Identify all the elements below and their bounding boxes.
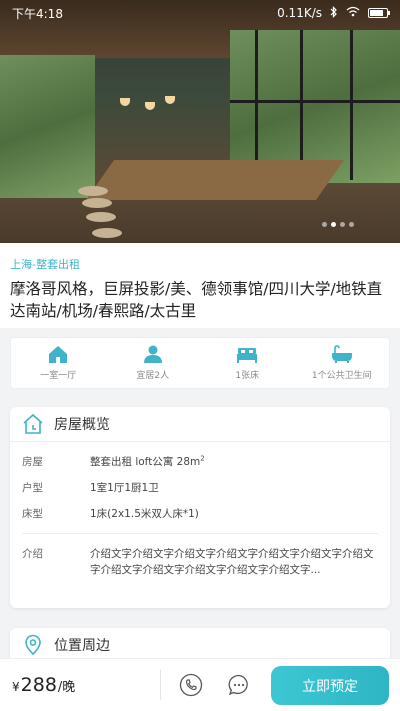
overview-value: 1床(2x1.5米双人床*1) <box>90 508 199 520</box>
overview-value: 1室1厅1厨1卫 <box>90 482 159 494</box>
facility-room: 一室一厅 <box>11 338 106 388</box>
carousel-dot[interactable] <box>349 222 354 227</box>
divider <box>22 533 378 534</box>
book-now-button[interactable]: 立即预定 <box>271 666 389 705</box>
facility-guests: 宜居2人 <box>106 338 201 388</box>
facility-bed: 1张床 <box>200 338 295 388</box>
listing-title: 摩洛哥风格，巨屏投影/美、德领事馆/四川大学/地铁直达南站/机场/春熙路/太古里 <box>10 280 383 320</box>
location-title: 位置周边 <box>54 638 110 654</box>
bathtub-icon <box>331 345 352 363</box>
photo-lamp <box>165 96 175 104</box>
carousel-dot[interactable] <box>340 222 345 227</box>
hero-photo[interactable]: 下午4:18 0.11K/s <box>0 0 400 243</box>
overview-key: 介绍 <box>22 548 43 560</box>
bluetooth-icon <box>330 5 338 21</box>
area-unit-sup: 2 <box>200 454 205 463</box>
facility-bathroom: 1个公共卫生间 <box>295 338 390 388</box>
overview-row-intro: 介绍 介绍文字介绍文字介绍文字介绍文字介绍文字介绍文字介绍文字介绍文字介绍文字介… <box>10 546 390 578</box>
status-time: 下午4:18 <box>12 6 63 21</box>
photo-stool <box>82 198 112 208</box>
carousel-dot-active[interactable] <box>331 222 336 227</box>
bed-icon <box>237 348 258 363</box>
photo-stool <box>92 228 122 238</box>
house-outline-icon <box>23 413 43 434</box>
overview-intro-text: 介绍文字介绍文字介绍文字介绍文字介绍文字介绍文字介绍文字介绍文字介绍文字介绍文字… <box>90 548 374 576</box>
overview-key: 户型 <box>22 482 43 494</box>
carousel-dots[interactable] <box>322 222 354 227</box>
bottom-bar: ¥ 288 /晚 立即预定 <box>0 658 400 711</box>
facility-label: 一室一厅 <box>40 371 77 381</box>
listing-detail-page: 下午4:18 0.11K/s 上海-整套出租 摩洛哥风格，巨屏投影/美、德领事馆… <box>0 0 400 711</box>
status-indicators: 0.11K/s <box>277 5 390 21</box>
status-bar: 下午4:18 0.11K/s <box>0 0 400 26</box>
photo-frame <box>255 30 258 180</box>
carousel-dot[interactable] <box>322 222 327 227</box>
people-icon <box>143 345 162 363</box>
photo-frame <box>350 30 353 180</box>
overview-row-house: 房屋 整套出租 loft公寓 28m2 <box>10 454 390 469</box>
price: ¥ 288 /晚 <box>0 674 160 696</box>
network-speed: 0.11K/s <box>277 6 322 20</box>
overview-key: 床型 <box>22 508 43 520</box>
chat-button[interactable] <box>219 665 259 705</box>
facility-label: 1张床 <box>235 371 260 381</box>
overview-row-layout: 户型 1室1厅1厨1卫 <box>10 480 390 495</box>
facility-label: 1个公共卫生间 <box>311 371 372 381</box>
photo-stool <box>78 186 108 196</box>
photo-table <box>85 160 345 200</box>
overview-value: 整套出租 loft公寓 28m2 <box>90 454 378 469</box>
listing-tag: 上海-整套出租 <box>10 258 80 271</box>
divider <box>160 670 161 700</box>
overview-key: 房屋 <box>22 456 43 468</box>
price-unit: /晚 <box>57 680 76 695</box>
overview-card: 房屋概览 房屋 整套出租 loft公寓 28m2 户型 1室1厅1厨1卫 床型 … <box>10 407 390 608</box>
battery-icon <box>368 8 390 18</box>
price-value: 288 <box>20 674 57 696</box>
call-button[interactable] <box>171 665 211 705</box>
phone-icon <box>179 673 203 697</box>
overview-title: 房屋概览 <box>54 417 110 433</box>
overview-row-bed: 床型 1床(2x1.5米双人床*1) <box>10 506 390 521</box>
location-pin-icon <box>25 634 41 656</box>
house-icon <box>49 346 68 363</box>
photo-frame <box>230 100 400 103</box>
overview-header: 房屋概览 <box>10 407 390 441</box>
photo-window-left <box>0 55 95 198</box>
overview-value-text: 整套出租 loft公寓 28m <box>90 456 201 468</box>
chat-icon <box>228 674 248 696</box>
photo-stool <box>86 212 116 222</box>
photo-lamp <box>145 102 155 110</box>
price-currency: ¥ <box>12 680 20 694</box>
location-header: 位置周边 <box>10 628 390 662</box>
facility-label: 宜居2人 <box>136 371 170 381</box>
photo-frame <box>300 30 303 180</box>
facilities-bar: 一室一厅 宜居2人 1张床 1个公共卫生间 <box>10 337 390 389</box>
listing-info: 上海-整套出租 摩洛哥风格，巨屏投影/美、德领事馆/四川大学/地铁直达南站/机场… <box>0 243 400 328</box>
wifi-icon <box>346 6 360 20</box>
divider <box>10 441 390 442</box>
photo-lamp <box>120 98 130 106</box>
